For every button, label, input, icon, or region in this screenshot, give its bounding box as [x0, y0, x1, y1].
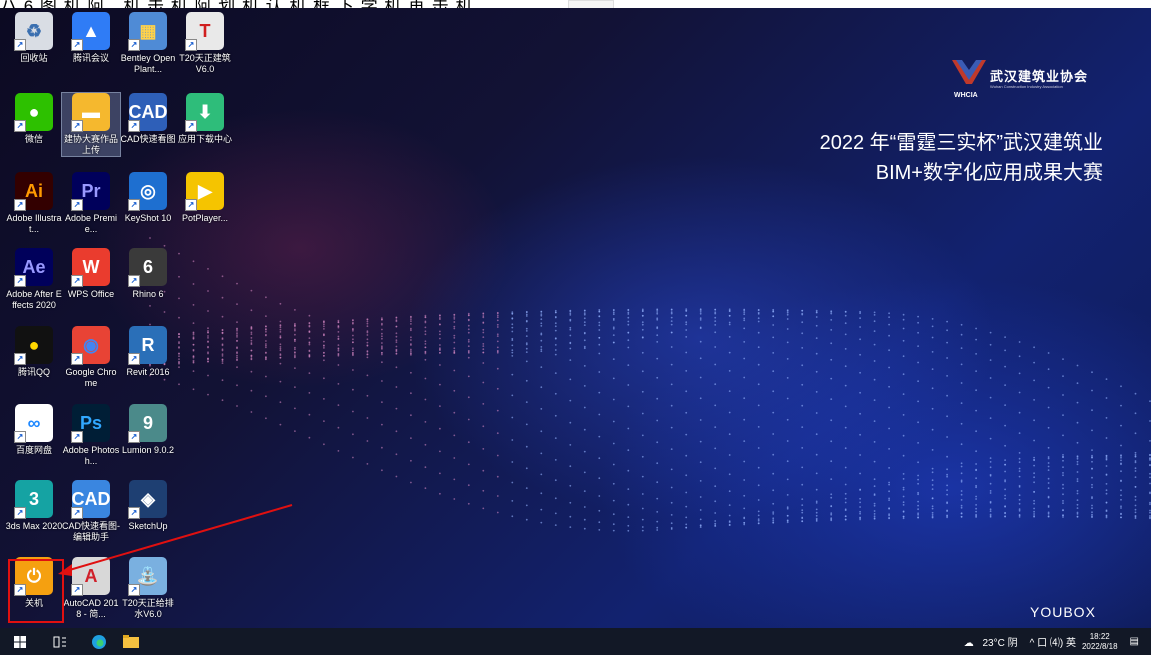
- task-view-button[interactable]: [50, 632, 70, 651]
- clock-time: 18:22: [1089, 631, 1110, 641]
- windows-logo-icon: [14, 635, 26, 648]
- cloud-icon: ☁: [963, 638, 974, 649]
- red-annotation-arrow: [58, 504, 293, 576]
- start-button[interactable]: [10, 632, 30, 651]
- top-caption-strip: ハ 6 图 机 阿，机 击 机 阿 划 机 认 机 框 下 学 机 再 击 机: [0, 0, 1151, 8]
- taskbar-file-explorer[interactable]: [120, 632, 142, 651]
- clock[interactable]: 18:22 2022/8/18: [1082, 632, 1118, 652]
- task-view-icon: [53, 636, 66, 647]
- floating-mini-window[interactable]: [568, 0, 614, 8]
- notification-icon: ▤: [1129, 636, 1139, 647]
- tray-icons[interactable]: ^ 口 ⑷) 英: [1030, 634, 1076, 649]
- taskbar: ☁ 23°C 阴 ^ 口 ⑷) 英 18:22 2022/8/18 ▤: [0, 628, 1151, 655]
- folder-icon: [123, 634, 139, 648]
- cropped-caption-text: ハ 6 图 机 阿，机 击 机 阿 划 机 认 机 框 下 学 机 再 击 机: [0, 0, 473, 8]
- weather-text: 23°C 阴: [982, 638, 1018, 649]
- desktop: ♻ ↗ 回收站 ▲ ↗ 腾讯会议 ▦ ↗ Bentley OpenPlant... T ↗ T20天正…: [0, 8, 1151, 628]
- edge-icon: [92, 634, 106, 649]
- taskbar-edge[interactable]: [88, 632, 110, 651]
- weather-widget[interactable]: ☁ 23°C 阴: [964, 634, 1024, 649]
- notification-button[interactable]: ▤: [1130, 636, 1145, 647]
- clock-date: 2022/8/18: [1081, 641, 1118, 651]
- system-tray: ☁ 23°C 阴 ^ 口 ⑷) 英 18:22 2022/8/18 ▤: [964, 628, 1151, 655]
